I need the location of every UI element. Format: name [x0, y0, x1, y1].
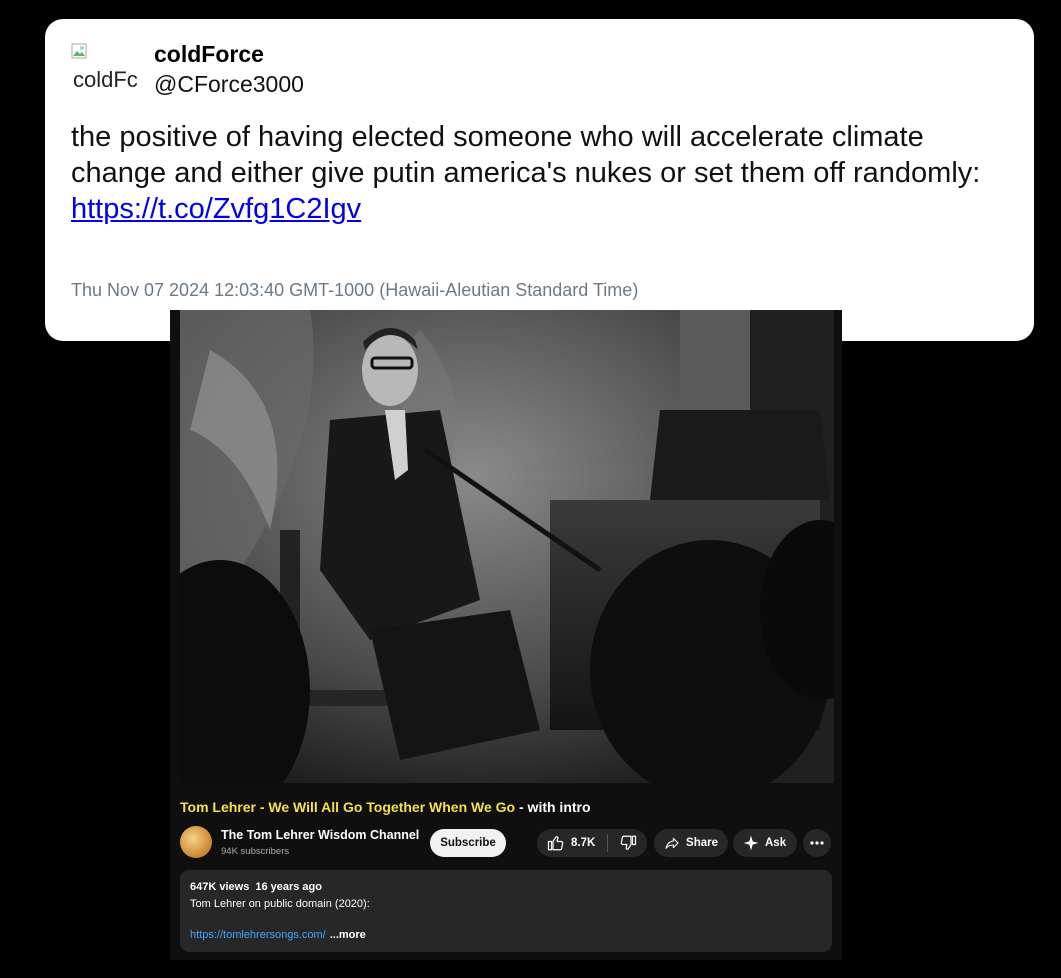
video-still-image	[180, 310, 834, 783]
display-name[interactable]: coldForce	[154, 41, 264, 68]
avatar[interactable]: coldFc	[71, 43, 143, 87]
more-link[interactable]: ...more	[330, 929, 366, 941]
video-thumbnail[interactable]	[180, 310, 834, 783]
like-count: 8.7K	[571, 837, 596, 849]
user-handle[interactable]: @CForce3000	[154, 71, 304, 98]
description-link-row: https://tomlehrersongs.com/ ...more	[190, 929, 366, 941]
more-actions-button[interactable]	[803, 829, 831, 857]
video-title[interactable]: Tom Lehrer - We Will All Go Together Whe…	[180, 799, 591, 815]
avatar-alt-text: coldFc	[73, 67, 138, 88]
tweet-text: the positive of having elected someone w…	[71, 121, 981, 189]
like-button[interactable]: 8.7K	[537, 829, 607, 857]
tweet-timestamp: Thu Nov 07 2024 12:03:40 GMT-1000 (Hawai…	[71, 280, 639, 300]
broken-image-icon	[71, 43, 87, 59]
ask-button[interactable]: Ask	[733, 829, 797, 857]
view-count: 647K views	[190, 881, 250, 893]
subscribe-button[interactable]: Subscribe	[430, 829, 506, 857]
share-label: Share	[686, 837, 718, 849]
more-icon	[810, 841, 824, 845]
video-title-rest: - with intro	[515, 799, 591, 815]
video-title-highlight: Tom Lehrer - We Will All Go Together Whe…	[180, 799, 516, 815]
share-button[interactable]: Share	[654, 829, 728, 857]
share-icon	[665, 837, 679, 849]
thumbs-up-icon	[547, 836, 564, 851]
youtube-embed-screenshot: Tom Lehrer - We Will All Go Together Whe…	[170, 310, 842, 960]
thumbs-down-icon	[620, 835, 636, 850]
channel-name[interactable]: The Tom Lehrer Wisdom Channel	[221, 828, 419, 842]
tweet-link[interactable]: https://t.co/Zvfg1C2Igv	[71, 191, 361, 227]
tweet-card: coldFc coldForce @CForce3000 the positiv…	[45, 19, 1034, 341]
sparkle-icon	[743, 835, 759, 851]
description-link[interactable]: https://tomlehrersongs.com/	[190, 929, 326, 941]
subscriber-count: 94K subscribers	[221, 846, 290, 857]
channel-avatar[interactable]	[180, 826, 212, 858]
description-text: Tom Lehrer on public domain (2020):	[190, 898, 370, 910]
description-box[interactable]: 647K views 16 years ago Tom Lehrer on pub…	[180, 870, 832, 952]
video-meta: 647K views 16 years ago	[190, 881, 322, 893]
upload-age: 16 years ago	[255, 881, 322, 893]
tweet-body: the positive of having elected someone w…	[71, 119, 1021, 227]
like-dislike-group: 8.7K	[537, 829, 647, 857]
ask-label: Ask	[765, 837, 787, 849]
dislike-button[interactable]	[608, 829, 647, 857]
